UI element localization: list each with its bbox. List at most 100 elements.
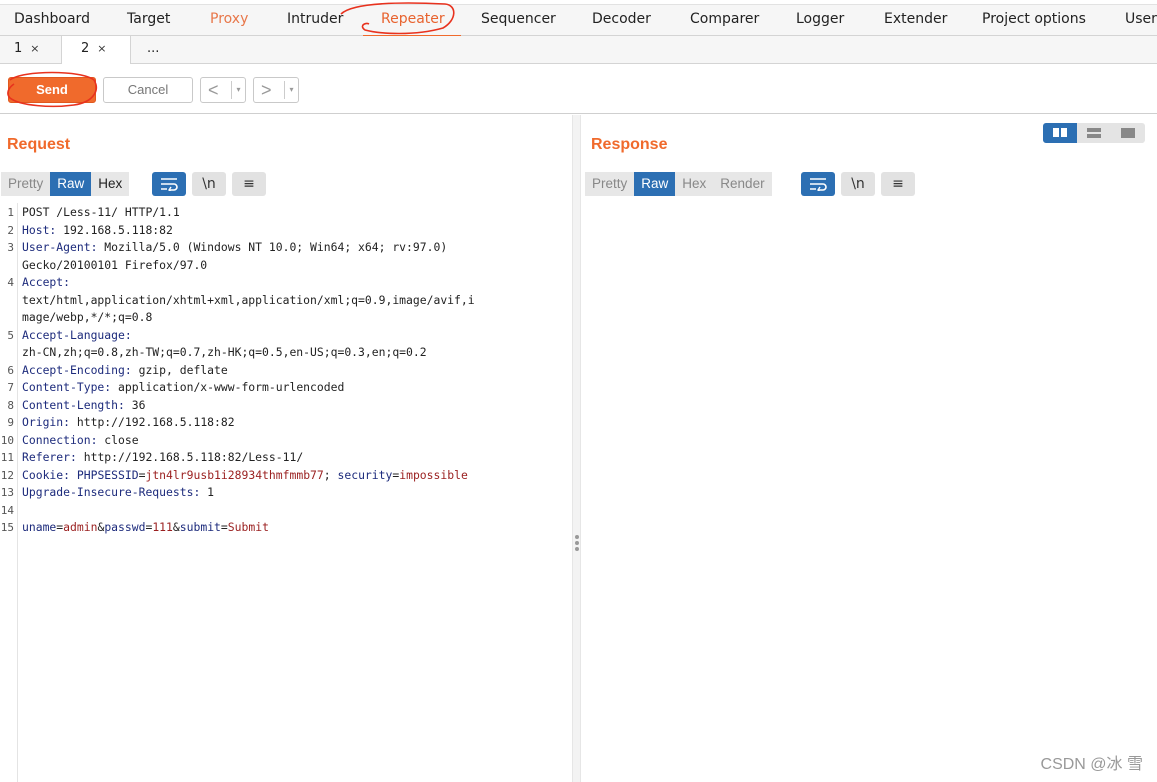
splitter-grip-dot <box>575 541 579 545</box>
newline-toggle-icon[interactable]: \n <box>192 172 226 196</box>
render-mode-button[interactable]: Render <box>713 172 772 196</box>
tab-comparer[interactable]: Comparer <box>690 11 759 27</box>
line-content: Content-Length: 36 <box>22 397 145 415</box>
line-content: mage/webp,*/*;q=0.8 <box>22 309 152 327</box>
cookie-value: jtn4lr9usb1i28934thmfmmb77 <box>145 467 324 482</box>
hex-mode-button[interactable]: Hex <box>675 172 714 196</box>
watermark: CSDN @冰 雪 <box>1040 756 1143 773</box>
header-value: http://192.168.5.118:82/Less-11/ <box>76 450 304 464</box>
header-value: mage/webp,*/*;q=0.8 <box>22 310 153 324</box>
line-number: 5 <box>7 328 14 342</box>
tab-intruder[interactable]: Intruder <box>287 11 343 27</box>
subtab-label: ... <box>147 41 160 56</box>
header-name: Cookie: <box>22 467 71 482</box>
header-name: Connection: <box>22 432 98 447</box>
menu-icon[interactable]: ≡ <box>232 172 266 196</box>
body-param-value: admin <box>63 520 98 534</box>
cookie-name: security <box>337 467 393 482</box>
response-title: Response <box>591 136 668 153</box>
back-button[interactable]: < ▾ <box>200 77 246 103</box>
header-value: zh-CN,zh;q=0.8,zh-TW;q=0.7,zh-HK;q=0.5,e… <box>22 345 427 359</box>
tab-sequencer[interactable]: Sequencer <box>481 11 556 27</box>
tab-user-options[interactable]: User <box>1125 11 1157 27</box>
header-name: Accept-Language: <box>22 327 132 342</box>
request-view-mode: Pretty Raw Hex <box>1 172 130 196</box>
line-number: 15 <box>0 521 14 534</box>
subtab-1[interactable]: 1 × <box>0 36 61 64</box>
header-value: 36 <box>124 397 146 412</box>
tab-target[interactable]: Target <box>127 11 170 27</box>
pretty-mode-button[interactable]: Pretty <box>585 172 635 196</box>
repeater-toolbar: Send Cancel < ▾ > ▾ <box>0 64 1157 114</box>
subtab-new[interactable]: ... <box>131 36 176 64</box>
line-content: zh-CN,zh;q=0.8,zh-TW;q=0.7,zh-HK;q=0.5,e… <box>22 344 427 362</box>
tab-project-options[interactable]: Project options <box>982 11 1086 27</box>
header-value: application/x-www-form-urlencoded <box>111 380 345 394</box>
back-arrow-icon: < <box>208 80 219 100</box>
raw-mode-button[interactable]: Raw <box>50 172 92 196</box>
line-content: text/html,application/xhtml+xml,applicat… <box>22 292 475 310</box>
header-name: User-Agent: <box>22 240 98 254</box>
hex-mode-button[interactable]: Hex <box>91 172 130 196</box>
body-param-name: passwd <box>104 520 146 534</box>
wrap-lines-icon[interactable] <box>152 172 186 196</box>
header-name: Content-Type: <box>22 380 112 394</box>
cookie-name: PHPSESSID <box>76 467 139 482</box>
request-editor[interactable]: 1 POST /Less-11/ HTTP/1.1 2 Host: 192.168.5… <box>0 203 572 782</box>
main-tab-bar: Dashboard Target Proxy Intruder Repeater… <box>0 4 1157 38</box>
tab-extender[interactable]: Extender <box>884 11 947 27</box>
body-param-name: submit <box>179 520 221 534</box>
line-number: 9 <box>7 416 14 429</box>
line-content: Accept: <box>22 274 70 292</box>
line-number: 8 <box>7 398 14 412</box>
header-value: Gecko/20100101 Firefox/97.0 <box>22 257 208 272</box>
response-view-mode: Pretty Raw Hex Render <box>585 172 772 196</box>
forward-arrow-icon: > <box>261 80 272 100</box>
header-name: Content-Length: <box>22 397 125 412</box>
line-number: 11 <box>0 451 14 464</box>
tab-logger[interactable]: Logger <box>796 11 844 27</box>
pretty-mode-button[interactable]: Pretty <box>1 172 51 196</box>
line-number: 7 <box>7 381 14 394</box>
header-name: Host: <box>22 222 57 237</box>
newline-toggle-icon[interactable]: \n <box>841 172 875 196</box>
chevron-down-icon[interactable]: ▾ <box>231 81 245 99</box>
splitter-grip-dot <box>575 535 579 539</box>
line-content: Connection: close <box>22 432 139 450</box>
tab-dashboard[interactable]: Dashboard <box>14 11 90 27</box>
cancel-button[interactable]: Cancel <box>103 77 193 103</box>
forward-button[interactable]: > ▾ <box>253 77 299 103</box>
line-number: 13 <box>0 486 14 499</box>
splitter-grip-dot <box>575 547 579 551</box>
cookie-value: impossible <box>399 467 468 482</box>
line-number: 10 <box>0 433 14 447</box>
pane-splitter[interactable] <box>572 115 581 782</box>
close-icon[interactable]: × <box>30 42 39 55</box>
send-button[interactable]: Send <box>8 77 96 103</box>
tab-proxy[interactable]: Proxy <box>210 11 248 27</box>
header-value: 1 <box>200 485 215 499</box>
line-content: Content-Type: application/x-www-form-url… <box>22 379 344 397</box>
tab-decoder[interactable]: Decoder <box>592 11 651 27</box>
line-content: uname=admin&passwd=111&submit=Submit <box>22 520 269 534</box>
subtab-2[interactable]: 2 × <box>61 36 131 65</box>
raw-mode-button[interactable]: Raw <box>634 172 676 196</box>
wrap-lines-icon[interactable] <box>801 172 835 196</box>
request-pane: Request Pretty Raw Hex \n ≡ 1 POST /Less-… <box>0 115 572 782</box>
line-number: 6 <box>7 363 14 377</box>
body-param-value: 111 <box>152 520 173 534</box>
header-value: 192.168.5.118:82 <box>56 222 173 237</box>
close-icon[interactable]: × <box>97 42 106 55</box>
header-value: Mozilla/5.0 (Windows NT 10.0; Win64; x64… <box>97 240 448 254</box>
line-number: 1 <box>7 206 14 219</box>
request-title: Request <box>7 136 71 153</box>
chevron-down-icon[interactable]: ▾ <box>284 81 298 99</box>
line-number: 4 <box>7 276 14 289</box>
line-content: User-Agent: Mozilla/5.0 (Windows NT 10.0… <box>22 239 447 257</box>
header-value: close <box>97 432 139 447</box>
tab-repeater[interactable]: Repeater <box>381 11 445 27</box>
line-content: Accept-Encoding: gzip, deflate <box>22 362 228 380</box>
menu-icon[interactable]: ≡ <box>881 172 915 196</box>
line-content: Gecko/20100101 Firefox/97.0 <box>22 257 207 275</box>
header-value: http://192.168.5.118:82 <box>70 415 235 429</box>
